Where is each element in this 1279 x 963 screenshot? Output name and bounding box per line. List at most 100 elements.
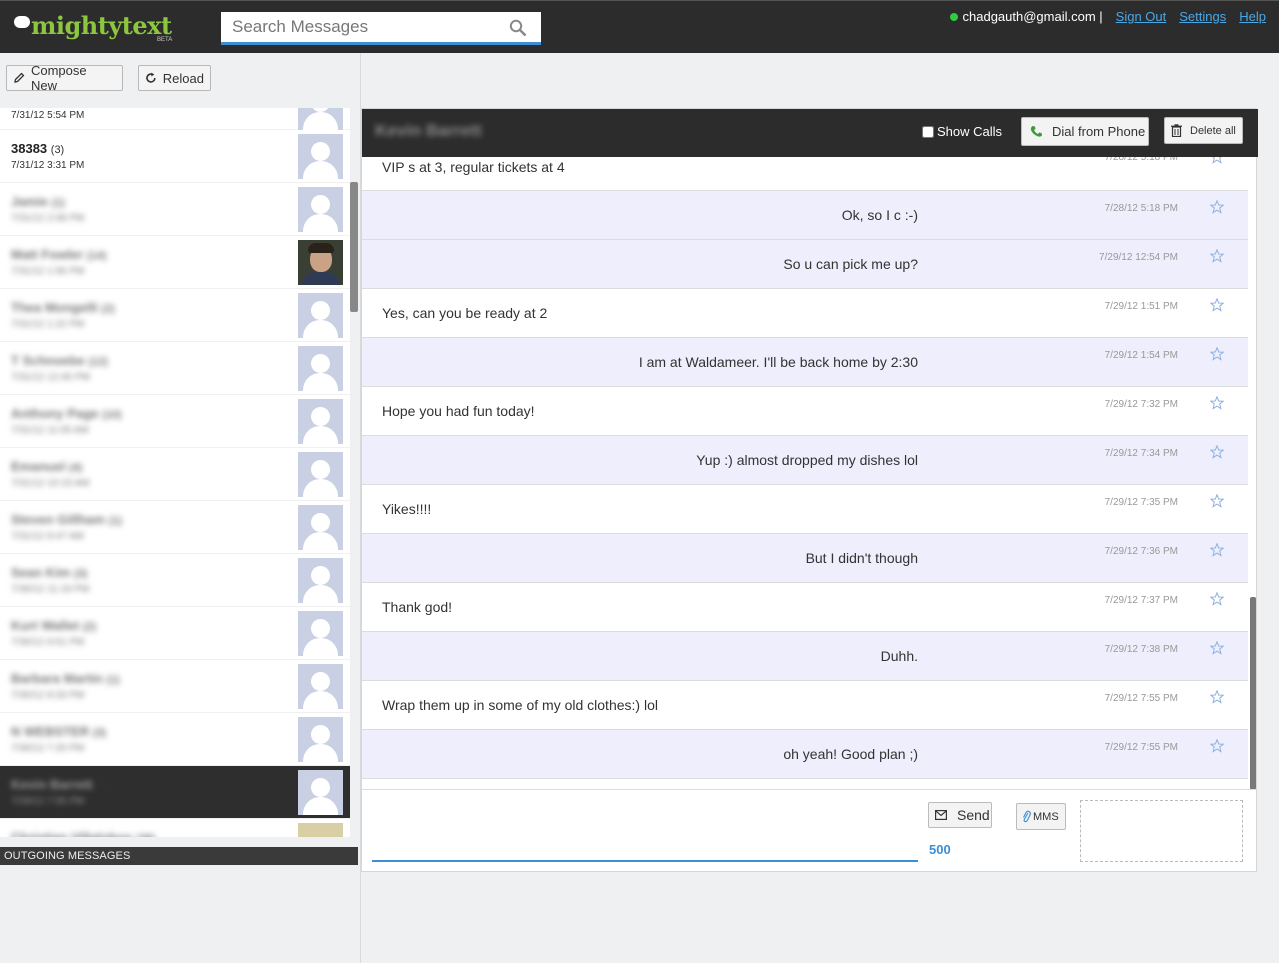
conversation-item[interactable]: 7/31/12 5:54 PM [0, 108, 350, 130]
conversation-name: N WEBSTER (3) [11, 724, 106, 739]
message-text: Yup :) almost dropped my dishes lol [696, 452, 918, 468]
settings-link[interactable]: Settings [1179, 9, 1226, 24]
star-icon[interactable] [1210, 249, 1224, 263]
conversation-item[interactable]: T Schnoebe (12) 7/31/12 12:40 PM [0, 342, 350, 395]
conversation-time: 7/31/12 11:05 AM [11, 425, 89, 436]
delete-all-button[interactable]: Delete all [1164, 117, 1243, 144]
conversation-item[interactable]: Jamie (1) 7/31/12 2:08 PM [0, 183, 350, 236]
conversation-item[interactable]: Matt Fowler (14) 7/31/12 1:56 PM [0, 236, 350, 289]
outgoing-message: I am at Waldameer. I'll be back home by … [362, 338, 1248, 387]
star-icon[interactable] [1210, 641, 1224, 655]
star-icon[interactable] [1210, 690, 1224, 704]
conversation-item[interactable]: Sean Kim (3) 7/30/12 11:19 PM [0, 554, 350, 607]
conversation-name: Matt Fowler (14) [11, 247, 106, 262]
message-count: (2) [82, 621, 97, 633]
message-time: 7/29/12 7:55 PM [1104, 742, 1178, 753]
help-link[interactable]: Help [1239, 9, 1266, 24]
logo[interactable]: mightytext [14, 11, 172, 40]
show-calls-toggle[interactable]: Show Calls [922, 124, 1002, 139]
message-list-scrollbar[interactable] [1250, 597, 1256, 790]
reload-button[interactable]: Reload [138, 65, 211, 91]
search-icon[interactable] [509, 19, 527, 37]
conversation-time: 7/31/12 10:15 AM [11, 478, 90, 489]
star-icon[interactable] [1210, 739, 1224, 753]
show-calls-label: Show Calls [937, 124, 1003, 139]
incoming-message: Wrap them up in some of my old clothes:)… [362, 681, 1248, 730]
outgoing-messages-bar[interactable]: OUTGOING MESSAGES [0, 847, 358, 865]
conversation-name-text: Emanuel [11, 459, 66, 474]
conversation-item[interactable]: Emanuel (4) 7/31/12 10:15 AM [0, 448, 350, 501]
compose-new-label: Compose New [30, 63, 87, 93]
message-time: 7/29/12 12:54 PM [1099, 252, 1178, 263]
conversation-name-text: Kevin Barrett [11, 777, 93, 792]
avatar [298, 452, 343, 497]
conversation-time: 7/29/12 7:55 PM [11, 796, 85, 807]
conversation-name-text: Anthony Page [11, 406, 99, 421]
star-icon[interactable] [1210, 396, 1224, 410]
send-button[interactable]: Send [928, 802, 992, 828]
conversation-name-text: 38383 [11, 141, 48, 156]
conversation-time: 7/30/12 8:33 PM [11, 690, 85, 701]
conversation-panel: Kevin Barrett Show Calls Dial from Phone… [361, 108, 1258, 872]
sign-out-link[interactable]: Sign Out [1116, 9, 1167, 24]
star-icon[interactable] [1210, 494, 1224, 508]
conversation-item[interactable]: Anthony Page (10) 7/31/12 11:05 AM [0, 395, 350, 448]
star-icon[interactable] [1210, 347, 1224, 361]
avatar [298, 293, 343, 338]
avatar [298, 399, 343, 444]
message-text: Yikes!!!! [382, 501, 432, 517]
star-icon[interactable] [1210, 298, 1224, 312]
conversation-name: Jamie (1) [11, 194, 65, 209]
paperclip-icon [1023, 810, 1031, 823]
conversation-time: 7/31/12 3:31 PM [11, 160, 85, 171]
avatar [298, 664, 343, 709]
message-count: (38) [136, 833, 156, 837]
conversation-name-text: Thea Mongelli [11, 300, 98, 315]
conversation-item[interactable]: Barbara Martin (1) 7/30/12 8:33 PM [0, 660, 350, 713]
message-time: 7/29/12 1:51 PM [1104, 301, 1178, 312]
message-text: Yes, can you be ready at 2 [382, 305, 548, 321]
message-time: 7/29/12 7:55 PM [1104, 693, 1178, 704]
incoming-message: Thank god! 7/29/12 7:37 PM [362, 583, 1248, 632]
conversation-item[interactable]: 38383 (3) 7/31/12 3:31 PM [0, 130, 350, 183]
message-text: Wrap them up in some of my old clothes:)… [382, 697, 658, 713]
star-icon[interactable] [1210, 200, 1224, 214]
character-count: 500 [929, 842, 951, 857]
show-calls-checkbox[interactable] [922, 125, 934, 138]
star-icon[interactable] [1210, 157, 1224, 164]
conversation-item[interactable]: Kurt Wallet (2) 7/30/12 9:51 PM [0, 607, 350, 660]
mms-button[interactable]: MMS [1016, 803, 1066, 830]
search-input[interactable] [221, 12, 491, 42]
message-time: 7/29/12 7:32 PM [1104, 399, 1178, 410]
conversation-item[interactable]: Steven Gillham (1) 7/31/12 9:47 AM [0, 501, 350, 554]
conversation-name-text: N WEBSTER [11, 724, 89, 739]
outgoing-message: Duhh. 7/29/12 7:38 PM [362, 632, 1248, 681]
conversation-item[interactable]: N WEBSTER (3) 7/30/12 7:20 PM [0, 713, 350, 766]
conversation-name: Kevin Barrett (31) [11, 777, 116, 792]
conversation-item[interactable]: Kevin Barrett (31) 7/29/12 7:55 PM [0, 766, 350, 819]
composer: Send MMS 500 [362, 789, 1256, 871]
conversation-name: T Schnoebe (12) [11, 353, 108, 368]
message-input[interactable] [372, 800, 918, 862]
attachment-dropzone[interactable] [1080, 800, 1243, 862]
logo-bubble-icon [14, 16, 30, 28]
dial-from-phone-button[interactable]: Dial from Phone [1021, 117, 1149, 146]
star-icon[interactable] [1210, 543, 1224, 557]
message-time: 7/29/12 7:34 PM [1104, 448, 1178, 459]
star-icon[interactable] [1210, 592, 1224, 606]
compose-new-button[interactable]: Compose New [6, 63, 123, 93]
message-count: (1) [108, 515, 122, 527]
outgoing-message: But I didn't though 7/29/12 7:36 PM [362, 534, 1248, 583]
avatar [298, 611, 343, 656]
conversation-list-scrollbar[interactable] [350, 182, 358, 312]
trash-icon [1171, 124, 1182, 137]
conversation-time: 7/31/12 2:08 PM [11, 213, 85, 224]
conversation-item[interactable]: Thea Mongelli (2) 7/31/12 1:22 PM [0, 289, 350, 342]
outgoing-message: oh yeah! Good plan ;) 7/29/12 7:55 PM [362, 730, 1248, 779]
beta-label: BETA [157, 37, 173, 43]
conversation-time: 7/30/12 7:20 PM [11, 743, 85, 754]
message-count: (31) [96, 780, 116, 792]
star-icon[interactable] [1210, 445, 1224, 459]
conversation-item[interactable]: Christian Villalobos (38) [0, 819, 350, 837]
incoming-message: Yikes!!!! 7/29/12 7:35 PM [362, 485, 1248, 534]
